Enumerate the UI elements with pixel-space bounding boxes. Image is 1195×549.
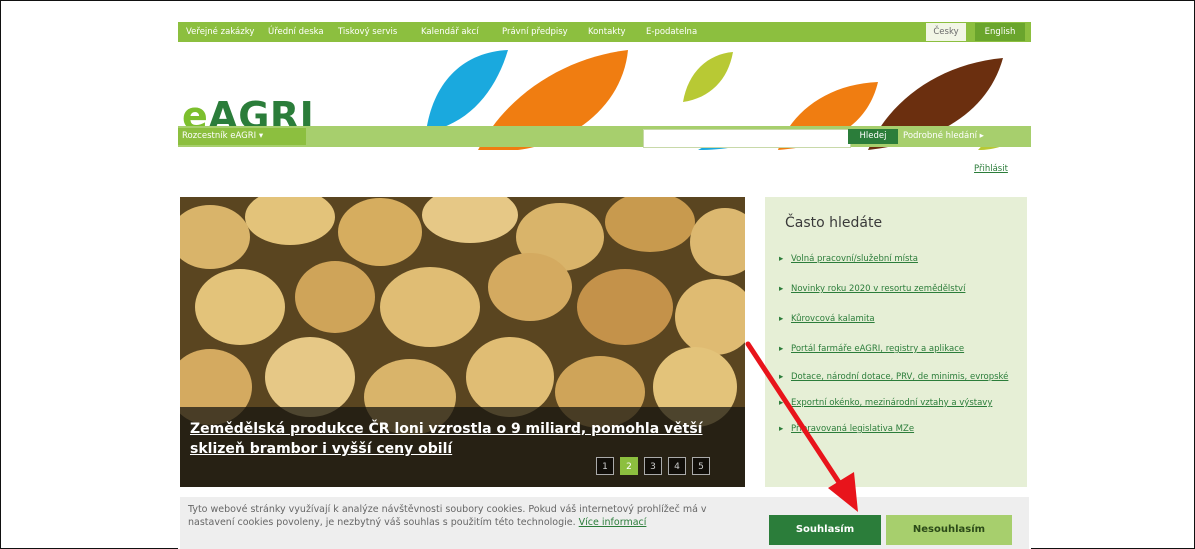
hero-carousel[interactable]: Zemědělská produkce ČR loni vzrostla o 9… [180, 197, 745, 487]
search-bar: Rozcestník eAGRI ▾ Hledej Podrobné hledá… [178, 126, 1031, 148]
carousel-page-1[interactable]: 1 [596, 457, 614, 475]
cookie-decline-button[interactable]: Nesouhlasím [886, 515, 1012, 545]
search-button[interactable]: Hledej [848, 129, 898, 144]
carousel-page-4[interactable]: 4 [668, 457, 686, 475]
nav-kontakty[interactable]: Kontakty [588, 27, 626, 37]
link-kurovcova-kalamita[interactable]: Kůrovcová kalamita [779, 313, 1019, 325]
lang-czech-link[interactable]: Česky [926, 23, 966, 41]
red-arrow-annotation [745, 341, 858, 512]
nav-kalendar-akci[interactable]: Kalendář akcí [421, 27, 479, 37]
nav-e-podatelna[interactable]: E-podatelna [646, 27, 697, 37]
carousel-pager: 1 2 3 4 5 [596, 457, 710, 475]
search-input[interactable] [643, 129, 851, 148]
rozcestnik-dropdown[interactable]: Rozcestník eAGRI ▾ [178, 128, 306, 145]
lang-english-link[interactable]: English [975, 23, 1025, 41]
hero-headline-link[interactable]: Zemědělská produkce ČR loni vzrostla o 9… [190, 419, 730, 459]
more-info-link[interactable]: Více informací [579, 517, 647, 528]
top-navigation: Veřejné zakázky Úřední deska Tiskový ser… [178, 22, 1031, 42]
hero-caption: Zemědělská produkce ČR loni vzrostla o 9… [180, 407, 745, 487]
cookie-banner: Tyto webové stránky využívají k analýze … [180, 497, 1029, 549]
nav-pravni-predpisy[interactable]: Právní předpisy [502, 27, 568, 37]
carousel-page-3[interactable]: 3 [644, 457, 662, 475]
carousel-page-5[interactable]: 5 [692, 457, 710, 475]
cookie-accept-button[interactable]: Souhlasím [769, 515, 881, 545]
carousel-page-2[interactable]: 2 [620, 457, 638, 475]
nav-tiskovy-servis[interactable]: Tiskový servis [338, 27, 397, 37]
link-novinky-2020[interactable]: Novinky roku 2020 v resortu zemědělství [779, 283, 1019, 295]
link-volna-mista[interactable]: Volná pracovní/služební místa [779, 253, 1019, 265]
panel-title: Často hledáte [785, 215, 883, 231]
eagri-page: Veřejné zakázky Úřední deska Tiskový ser… [178, 22, 1031, 549]
advanced-search-link[interactable]: Podrobné hledání ▸ [903, 131, 984, 141]
login-link[interactable]: Přihlásit [974, 164, 1008, 174]
nav-verejne-zakazky[interactable]: Veřejné zakázky [186, 27, 254, 37]
cookie-text: Tyto webové stránky využívají k analýze … [188, 503, 728, 529]
nav-uredni-deska[interactable]: Úřední deska [268, 27, 324, 37]
